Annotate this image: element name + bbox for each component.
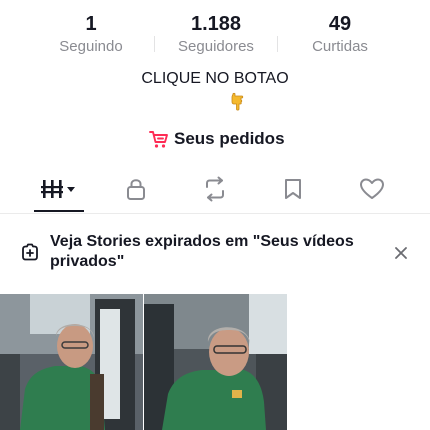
story-plus-icon xyxy=(22,243,38,261)
tab-private[interactable] xyxy=(106,168,166,210)
likes-label: Curtidas xyxy=(312,38,368,55)
followers-stat[interactable]: 1.188 Seguidores xyxy=(156,12,276,57)
likes-count: 49 xyxy=(328,13,352,35)
tab-reposts[interactable] xyxy=(185,168,245,210)
repost-icon xyxy=(206,176,224,202)
tabs-divider xyxy=(0,213,430,214)
stories-banner-text: Veja Stories expirados em "Seus vídeos p… xyxy=(50,233,354,270)
video-thumbnail-image xyxy=(0,294,143,430)
pointing-down-hand-emoji-icon xyxy=(231,92,244,111)
heart-icon xyxy=(360,178,384,199)
profile-bio: CLIQUE NO BOTAO xyxy=(141,70,289,87)
tab-liked[interactable] xyxy=(342,168,402,210)
orders-button[interactable]: Seus pedidos xyxy=(148,128,285,150)
stat-divider xyxy=(277,36,278,52)
cart-icon xyxy=(149,131,168,148)
followers-label: Seguidores xyxy=(178,38,254,55)
stat-divider xyxy=(154,36,155,52)
video-thumbnail[interactable] xyxy=(144,294,287,430)
following-label: Seguindo xyxy=(59,38,123,55)
bookmark-icon xyxy=(285,179,301,199)
tab-favorites[interactable] xyxy=(263,168,323,210)
selected-tab-indicator xyxy=(34,210,84,212)
video-thumbnail[interactable] xyxy=(0,294,143,430)
video-thumbnail-image xyxy=(144,294,287,430)
stories-banner[interactable]: Veja Stories expirados em "Seus vídeos p… xyxy=(0,232,430,276)
lock-icon xyxy=(127,179,145,200)
following-count: 1 xyxy=(85,13,97,35)
video-grid xyxy=(0,294,430,430)
grid-columns-icon xyxy=(41,180,75,198)
orders-label: Seus pedidos xyxy=(174,129,285,148)
tab-videos[interactable] xyxy=(29,168,89,210)
followers-count: 1.188 xyxy=(190,13,242,35)
close-icon[interactable] xyxy=(392,244,410,262)
profile-tabs xyxy=(0,168,430,214)
profile-stats: 1 Seguindo 1.188 Seguidores 49 Curtidas xyxy=(0,12,430,58)
likes-stat[interactable]: 49 Curtidas xyxy=(280,12,400,57)
following-stat[interactable]: 1 Seguindo xyxy=(31,12,151,57)
